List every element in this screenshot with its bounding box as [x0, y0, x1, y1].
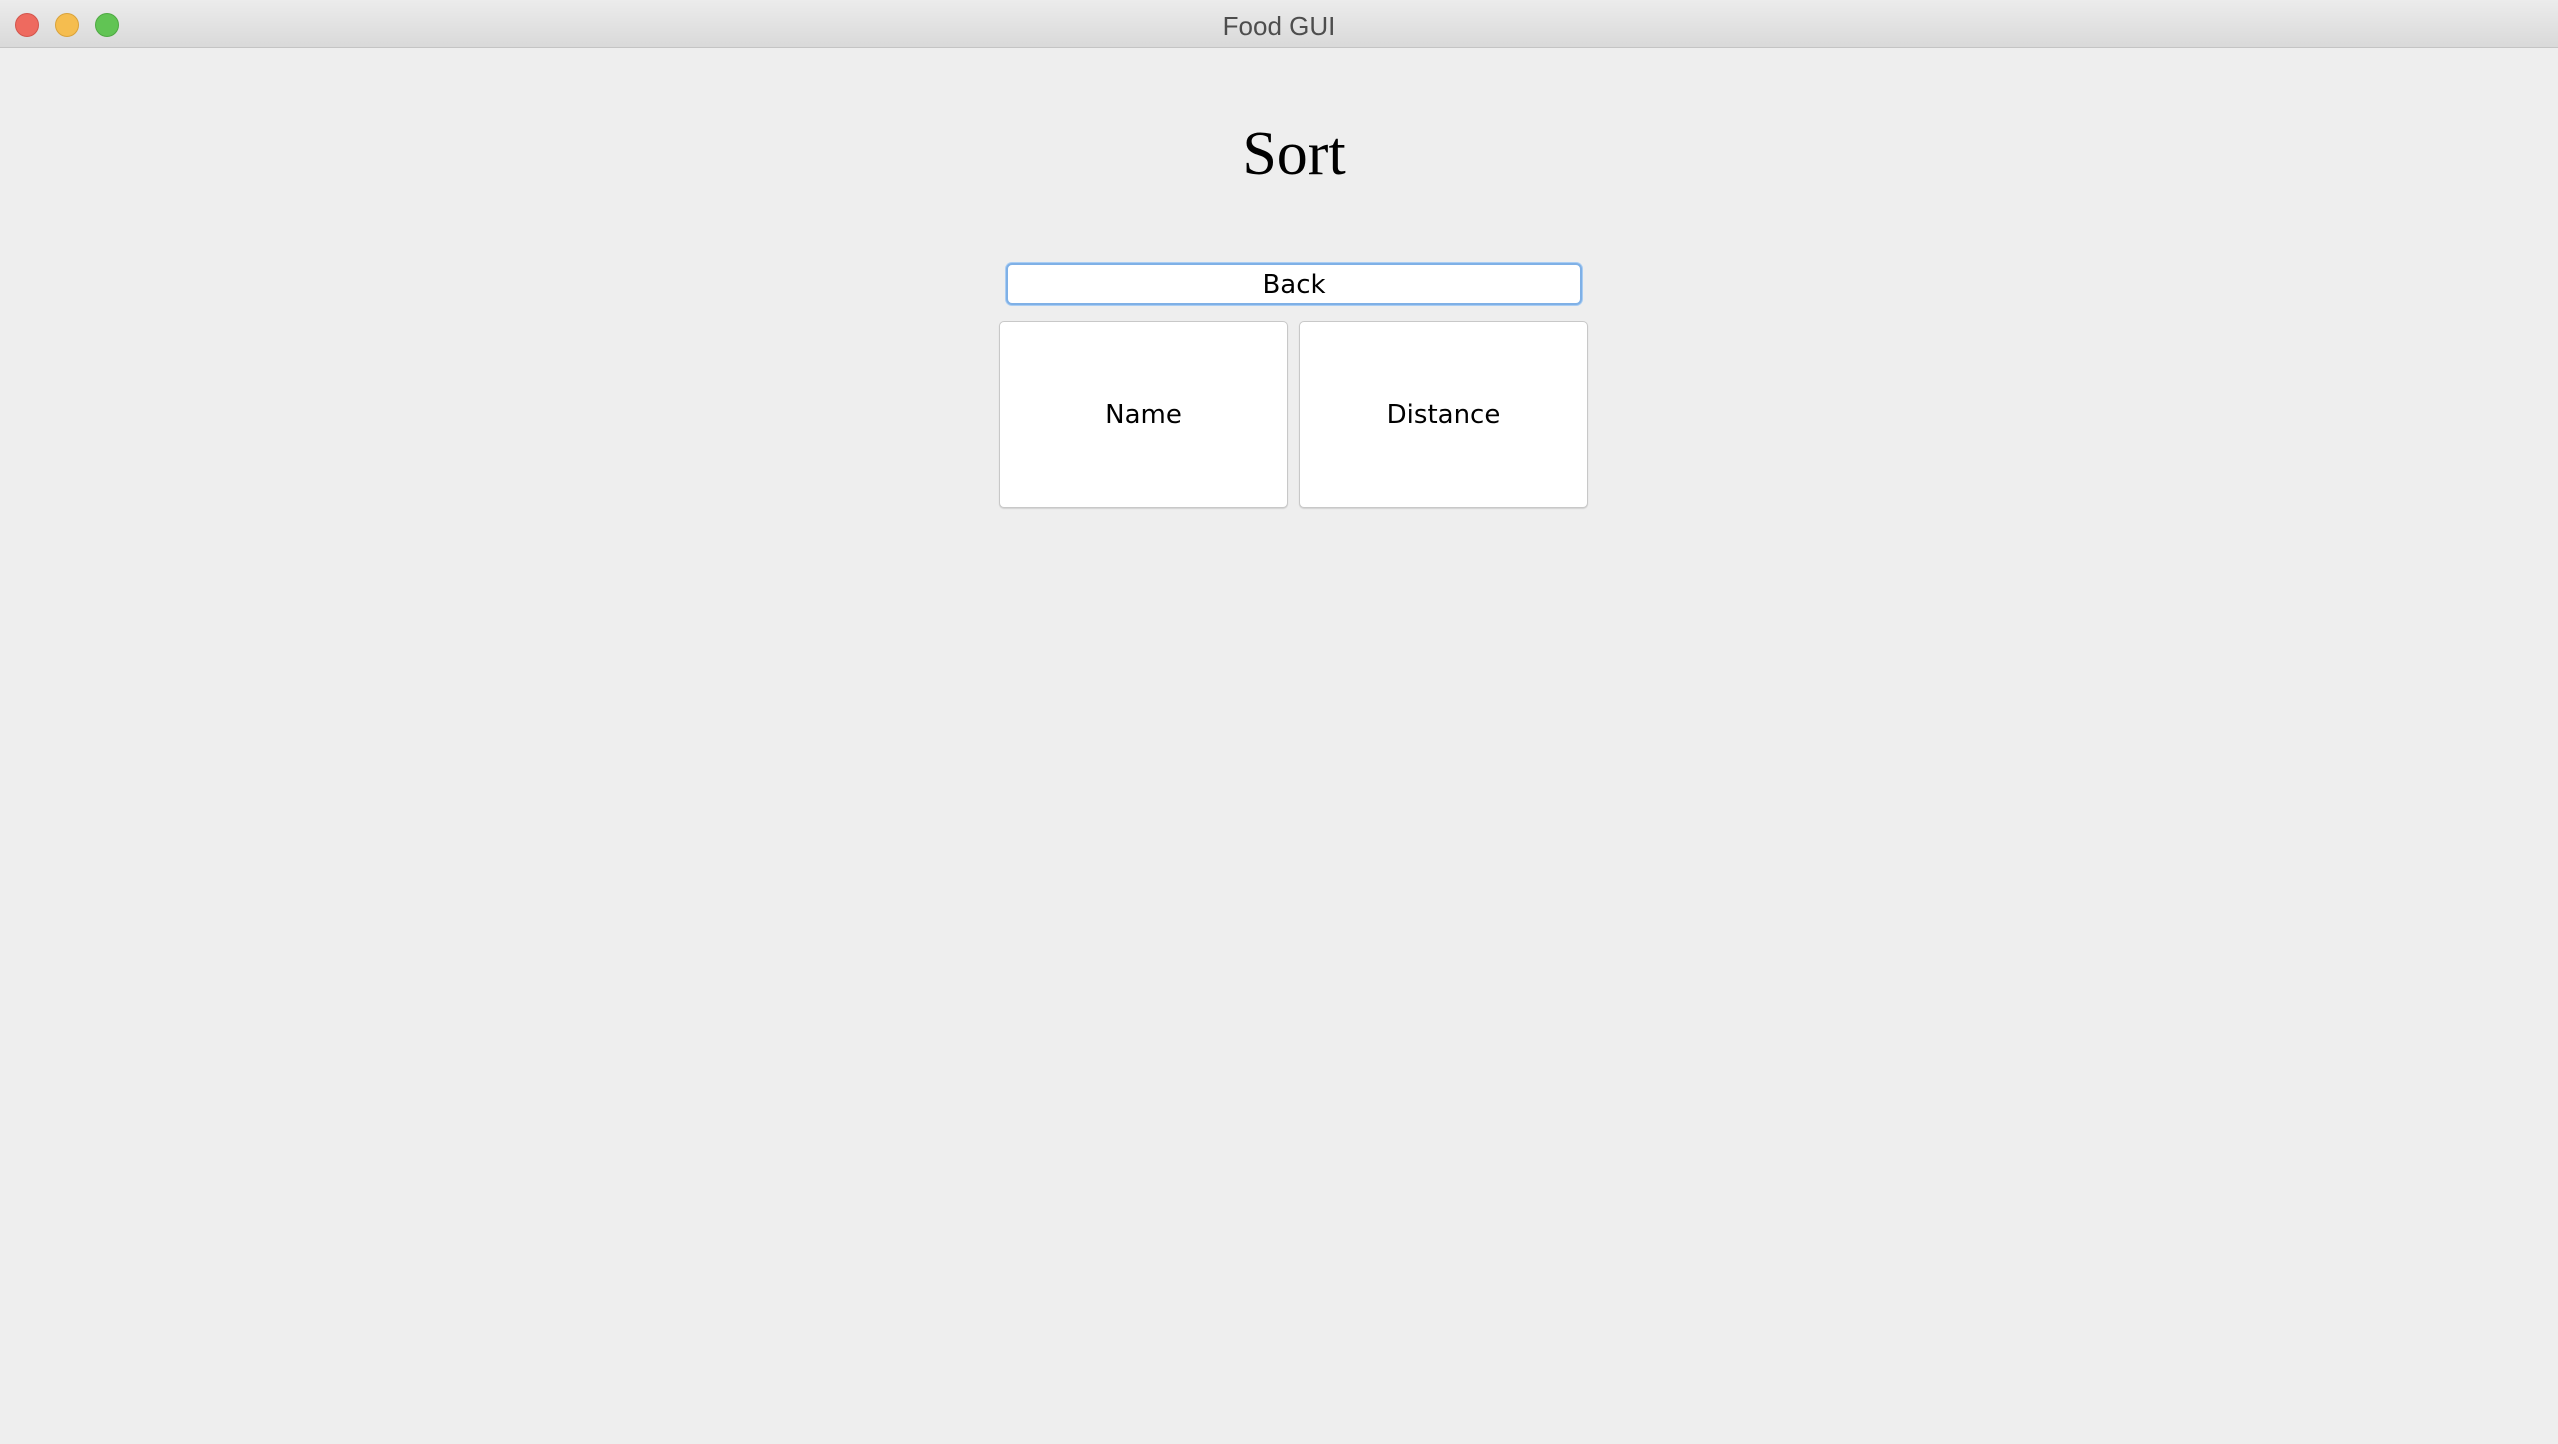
back-button[interactable]: Back: [1006, 263, 1582, 305]
sort-by-distance-button[interactable]: Distance: [1299, 321, 1588, 508]
sort-by-name-button[interactable]: Name: [999, 321, 1288, 508]
app-window: Food GUI Sort Back Name Distance: [0, 0, 2558, 1444]
sort-by-name-label: Name: [1105, 399, 1182, 430]
sort-by-distance-label: Distance: [1386, 399, 1501, 430]
window-title: Food GUI: [1222, 11, 1336, 41]
page-title: Sort: [1242, 120, 1346, 188]
title-bar[interactable]: Food GUI: [0, 0, 2558, 48]
